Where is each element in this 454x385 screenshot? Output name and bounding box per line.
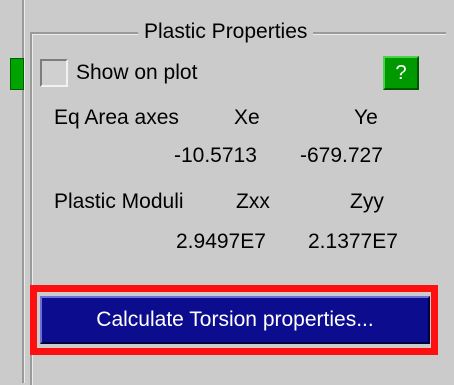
zxx-header: Zxx (236, 190, 270, 213)
group-title: Plastic Properties (138, 20, 314, 44)
eq-area-axes-label: Eq Area axes (54, 106, 179, 129)
ye-header: Ye (354, 106, 378, 129)
show-on-plot-label: Show on plot (76, 61, 198, 84)
help-button[interactable]: ? (383, 56, 419, 90)
calculate-torsion-button[interactable]: Calculate Torsion properties... (40, 296, 430, 344)
adjacent-green-button-edge[interactable] (10, 58, 24, 90)
show-on-plot-checkbox[interactable] (40, 59, 68, 87)
ye-value: -679.727 (300, 144, 383, 167)
plastic-moduli-label: Plastic Moduli (54, 190, 184, 213)
zyy-header: Zyy (350, 190, 384, 213)
zyy-value: 2.1377E7 (308, 230, 398, 253)
xe-header: Xe (234, 106, 260, 129)
plastic-properties-panel: Plastic Properties Show on plot ? Eq Are… (0, 0, 454, 385)
show-on-plot-row[interactable]: Show on plot (40, 56, 197, 90)
xe-value: -10.5713 (174, 144, 257, 167)
zxx-value: 2.9497E7 (176, 230, 266, 253)
